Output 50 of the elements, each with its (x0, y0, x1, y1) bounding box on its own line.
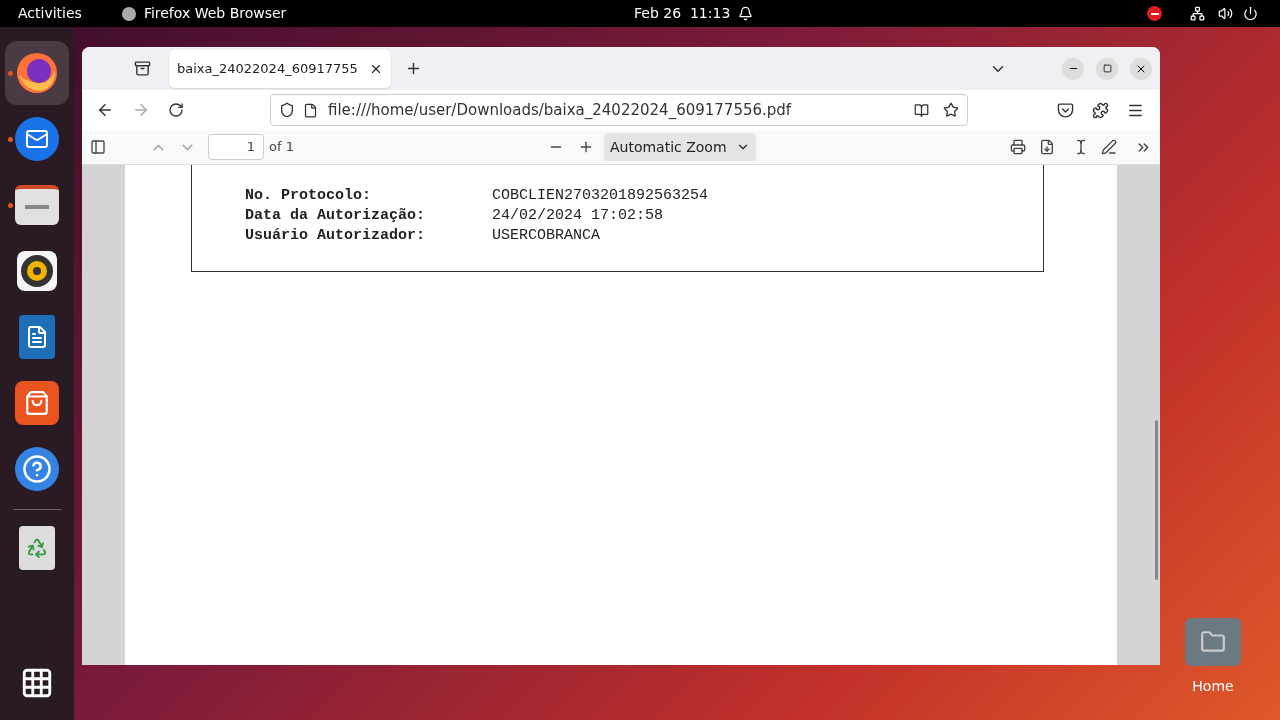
field-value: 24/02/2024 17:02:58 (492, 206, 664, 226)
bell-icon (738, 6, 753, 21)
new-tab-icon[interactable] (405, 60, 422, 77)
desktop-icon-label[interactable]: Home (1192, 676, 1234, 697)
app-name[interactable]: Firefox Web Browser (143, 3, 287, 24)
reload-icon[interactable] (168, 102, 184, 118)
url-field[interactable]: file:///home/user/Downloads/baixa_24022024_609177556.pdf (270, 94, 968, 126)
power-icon (1243, 6, 1258, 21)
tab-title: baixa_24022024_60917755 (177, 59, 359, 78)
save-icon[interactable] (1039, 139, 1055, 155)
dock-item[interactable] (5, 41, 69, 105)
field-label: No. Protocolo: (245, 186, 373, 206)
trash-icon (19, 526, 55, 570)
page-number-field[interactable]: 1 (208, 134, 264, 160)
maximize-button[interactable] (1096, 57, 1118, 80)
browser-tab[interactable]: baixa_24022024_60917755 (169, 49, 391, 88)
tab-list-icon[interactable] (134, 60, 151, 77)
clock[interactable]: Feb 26 11:13 (634, 3, 731, 24)
extensions-icon[interactable] (1092, 101, 1109, 119)
field-value: COBCLIEN2703201892563254 (492, 186, 709, 206)
mail-icon (15, 117, 59, 161)
pocket-icon[interactable] (1057, 101, 1074, 119)
field-label: Usuário Autorizador: (245, 226, 427, 246)
volume-icon (1218, 6, 1233, 21)
page-count: of 1 (269, 138, 294, 157)
activities-button[interactable]: Activities (18, 3, 82, 24)
speaker-icon (17, 251, 57, 291)
zoom-select[interactable]: Automatic Zoom (603, 133, 756, 161)
folder-icon (15, 185, 59, 225)
app-grid-icon[interactable] (20, 666, 54, 700)
network-icon (1190, 6, 1205, 21)
help-icon (15, 447, 59, 491)
file-icon (303, 102, 318, 118)
star-icon[interactable] (943, 102, 959, 118)
blocked-icon (1147, 6, 1162, 21)
back-icon[interactable] (96, 101, 114, 119)
field-label: Data da Autorização: (245, 206, 427, 226)
sidebar-icon[interactable] (90, 139, 106, 155)
shield-icon (279, 102, 295, 118)
maximize-icon (1102, 64, 1112, 73)
store-icon (15, 381, 59, 425)
print-icon[interactable] (1010, 139, 1026, 155)
url-text: file:///home/user/Downloads/baixa_24022024_609177556.pdf (328, 99, 793, 121)
folder-icon[interactable] (1185, 618, 1241, 666)
scrollbar[interactable] (1155, 420, 1158, 580)
reader-icon[interactable] (914, 102, 929, 118)
document-icon (19, 315, 55, 359)
close-button[interactable] (1130, 57, 1152, 80)
pen-icon[interactable] (1101, 139, 1117, 155)
field-value: USERCOBRANCA (492, 226, 601, 246)
